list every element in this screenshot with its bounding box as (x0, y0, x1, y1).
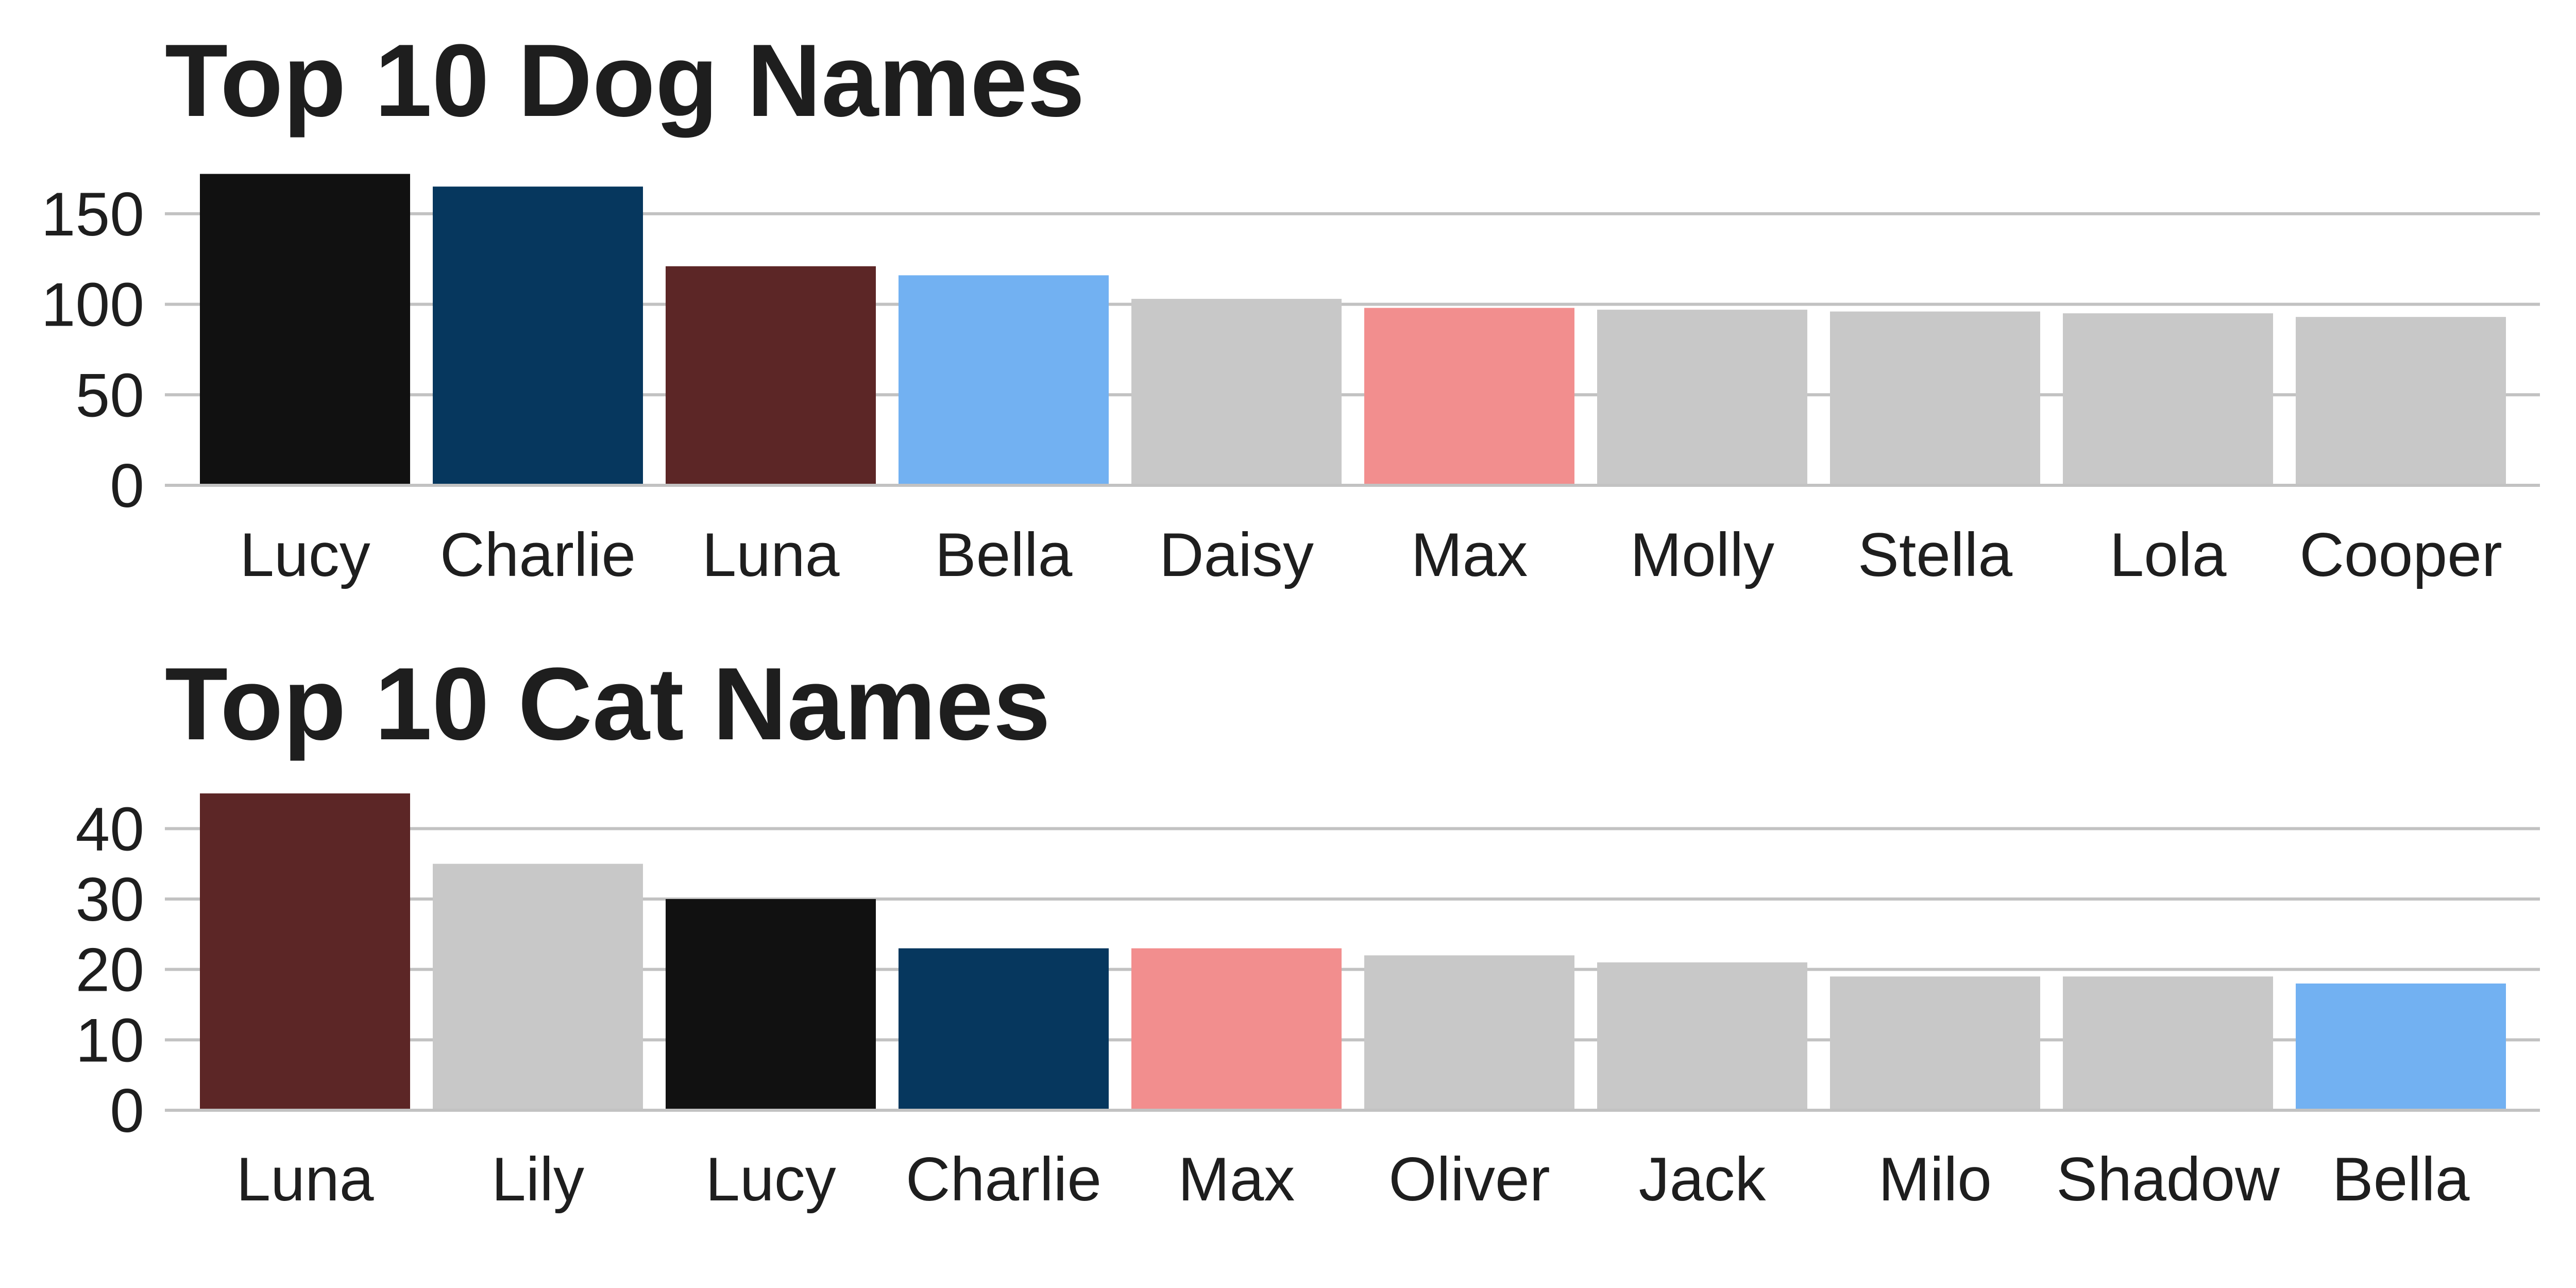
x-tick-label: Milo (1878, 1145, 1992, 1214)
x-tick-label: Shadow (2056, 1145, 2280, 1214)
x-tick-label: Molly (1630, 520, 1774, 589)
bar (200, 174, 410, 485)
bar (1364, 955, 1574, 1110)
x-tick-label: Lucy (705, 1145, 836, 1214)
dog-chart-plot: 0 50 100 150 Lucy Charlie Luna Bella Daisy Max Mol… (41, 174, 2540, 589)
x-tick-label: Charlie (906, 1145, 1101, 1214)
y-tick-label: 10 (76, 1006, 144, 1075)
x-tick-label: Oliver (1388, 1145, 1550, 1214)
x-tick-label: Max (1178, 1145, 1295, 1214)
x-tick-label: Daisy (1159, 520, 1314, 589)
bar (433, 187, 643, 486)
y-tick-label: 30 (76, 865, 144, 934)
bar (1830, 311, 2040, 485)
bar (2296, 984, 2506, 1110)
bar (899, 948, 1109, 1110)
bar (1131, 948, 1342, 1110)
y-tick-label: 40 (76, 794, 144, 863)
x-tick-label: Luna (236, 1145, 374, 1214)
x-tick-label: Lily (492, 1145, 584, 1214)
x-tick-label: Bella (2332, 1145, 2470, 1214)
x-tick-label: Lola (2110, 520, 2227, 589)
bar (666, 266, 876, 485)
x-tick-label: Jack (1639, 1145, 1767, 1214)
bar (2063, 313, 2273, 485)
bar (2063, 976, 2273, 1110)
y-tick-label: 150 (41, 180, 144, 249)
dog-names-chart: Top 10 Dog Names 0 50 100 150 Lucy Charlie Lun… (41, 23, 2540, 589)
bar (433, 863, 643, 1110)
bar (1131, 299, 1342, 485)
y-tick-label: 50 (76, 361, 144, 430)
y-tick-label: 100 (41, 270, 144, 340)
x-tick-label: Cooper (2299, 520, 2502, 589)
x-tick-label: Lucy (240, 520, 370, 589)
dog-chart-title: Top 10 Dog Names (165, 23, 1085, 138)
bar (666, 899, 876, 1110)
cat-chart-title: Top 10 Cat Names (165, 647, 1050, 761)
y-tick-label: 20 (76, 936, 144, 1005)
x-tick-label: Luna (702, 520, 840, 589)
bar (899, 275, 1109, 485)
x-tick-label: Charlie (440, 520, 636, 589)
cat-names-chart: Top 10 Cat Names 010203040 Luna Lily Lucy Ch… (76, 647, 2540, 1214)
bar (1597, 310, 1807, 485)
bar (2296, 317, 2506, 485)
y-tick-label: 0 (110, 1076, 144, 1145)
bar (1364, 308, 1574, 485)
cat-chart-plot: 010203040 Luna Lily Lucy Charlie Max Oliver Jac… (76, 793, 2540, 1214)
x-tick-label: Bella (935, 520, 1073, 589)
bar (200, 793, 410, 1110)
x-tick-label: Max (1411, 520, 1528, 589)
chart-figure: Top 10 Dog Names 050100150Lucy Charlie Lun… (41, 23, 2540, 1214)
x-tick-label: Stella (1858, 520, 2012, 589)
bar (1830, 976, 2040, 1110)
bar (1597, 962, 1807, 1110)
y-tick-label: 0 (110, 451, 144, 520)
